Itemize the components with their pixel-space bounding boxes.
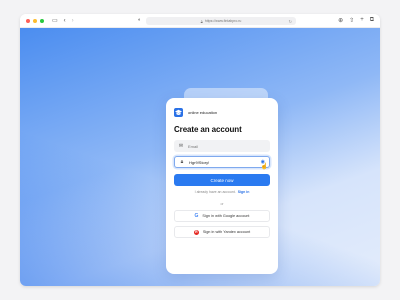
new-tab-icon[interactable]: +: [360, 17, 364, 24]
signin-row: I already have an account. Sign in: [174, 190, 270, 194]
mail-icon: ✉: [178, 143, 184, 149]
forward-icon[interactable]: ›: [72, 18, 74, 24]
reload-icon[interactable]: ↻: [289, 19, 292, 24]
lock-icon: 🔒︎: [200, 18, 203, 24]
share-icon[interactable]: ⇧: [349, 17, 354, 24]
download-icon[interactable]: ⊕: [338, 17, 343, 24]
signin-link[interactable]: Sign in: [238, 190, 250, 194]
password-value: Hgr9!Story!: [189, 159, 210, 165]
google-icon: G: [194, 213, 199, 219]
close-dot[interactable]: [26, 18, 30, 23]
education-logo-icon: [174, 108, 183, 117]
email-placeholder: Email: [188, 143, 199, 149]
yandex-signin-button[interactable]: Я Sign in with Yandex account: [174, 226, 270, 238]
brand: online education: [174, 108, 270, 117]
page-viewport: online education Create an account ✉ Ema…: [20, 28, 380, 286]
tabs-overview-icon[interactable]: ⧉: [370, 17, 374, 24]
google-signin-button[interactable]: G Sign in with Google account: [174, 210, 270, 222]
or-divider: or: [220, 202, 224, 206]
url-text: https://www.fintabpro.ru: [204, 19, 242, 23]
back-icon[interactable]: ‹: [64, 18, 66, 24]
lock-icon: 🔒︎: [180, 159, 184, 165]
privacy-shield-icon[interactable]: ◐: [138, 17, 141, 23]
address-bar[interactable]: 🔒︎ https://www.fintabpro.ru ↻: [146, 17, 296, 25]
browser-toolbar: ▭ ‹ › ◐ 🔒︎ https://www.fintabpro.ru ↻ ⊕ …: [20, 14, 380, 28]
minimize-dot[interactable]: [33, 18, 37, 23]
google-signin-label: Sign in with Google account: [202, 214, 250, 218]
window-controls: [26, 18, 44, 23]
zoom-dot[interactable]: [40, 18, 44, 23]
sidebar-icon[interactable]: ▭: [52, 18, 58, 24]
have-account-text: I already have an account.: [194, 190, 236, 194]
pointer-cursor-icon: ☝: [260, 164, 268, 170]
signup-card: online education Create an account ✉ Ema…: [166, 98, 278, 274]
page-title: Create an account: [174, 125, 242, 134]
email-field[interactable]: ✉ Email: [174, 140, 270, 152]
yandex-signin-label: Sign in with Yandex account: [202, 230, 251, 234]
create-now-button[interactable]: Create now: [174, 174, 270, 186]
yandex-icon: Я: [193, 229, 199, 235]
brand-name: online education: [188, 110, 218, 115]
browser-window: ▭ ‹ › ◐ 🔒︎ https://www.fintabpro.ru ↻ ⊕ …: [20, 14, 380, 286]
password-field[interactable]: 🔒︎ Hgr9!Story! ◉ ☝: [174, 156, 270, 170]
